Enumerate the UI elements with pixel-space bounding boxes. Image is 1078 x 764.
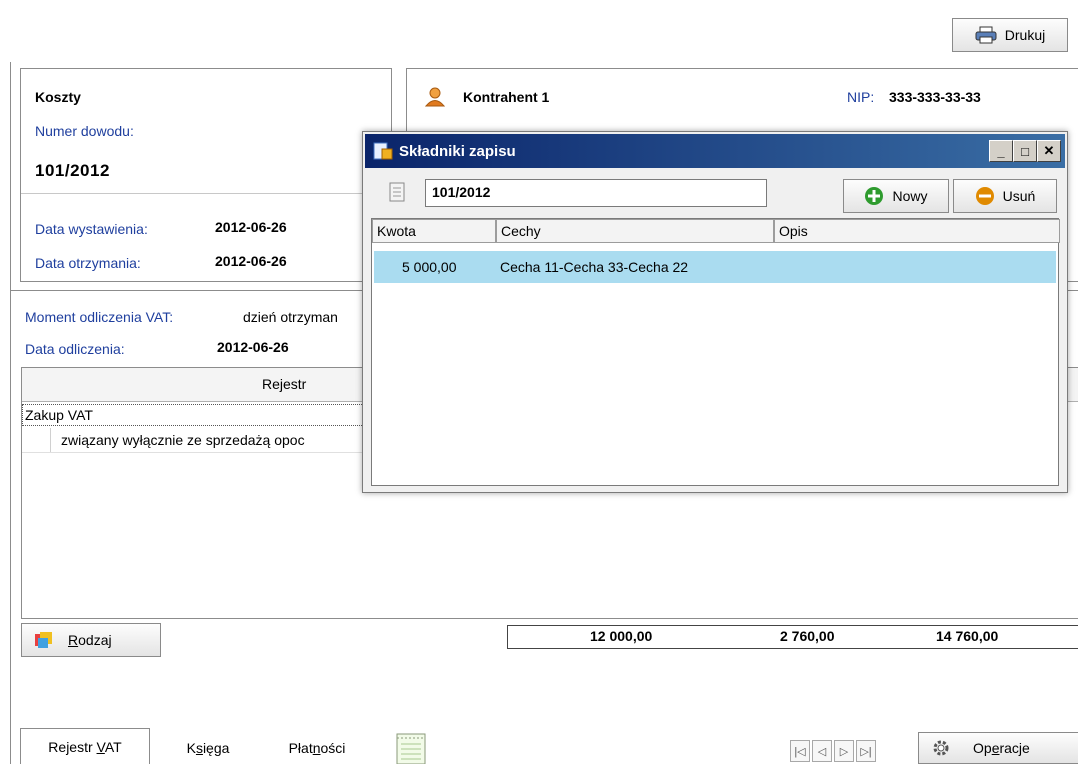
- gear-icon: [933, 740, 949, 756]
- remove-icon: [975, 187, 994, 205]
- document-icon: [389, 182, 405, 202]
- tab-rejestr-vat[interactable]: Rejestr VAT: [20, 728, 150, 764]
- tab-ksiega-label: Księga: [186, 740, 230, 756]
- maximize-icon[interactable]: □: [1013, 140, 1037, 162]
- new-button-label: Nowy: [892, 188, 928, 204]
- deduction-date-value[interactable]: 2012-06-26: [217, 339, 289, 355]
- register-subrow-label: związany wyłącznie ze sprzedażą opoc: [61, 432, 305, 448]
- column-header-cechy[interactable]: Cechy: [496, 219, 774, 243]
- document-panel: Koszty Numer dowodu: 101/2012 Data wysta…: [20, 68, 392, 282]
- rodzaj-button-label: Rodzaj: [68, 632, 112, 648]
- vat-moment-label: Moment odliczenia VAT:: [25, 309, 174, 325]
- tab-rejestr-vat-label: Rejestr VAT: [48, 738, 122, 755]
- dialog-title: Składniki zapisu: [399, 142, 516, 160]
- print-button-label: Drukuj: [1004, 27, 1046, 43]
- total-net: 12 000,00: [590, 628, 653, 644]
- register-row[interactable]: Zakup VAT: [22, 404, 374, 426]
- totals-row: 12 000,00 2 760,00 14 760,00: [507, 625, 1078, 649]
- rodzaj-button[interactable]: Rodzaj: [21, 623, 161, 657]
- components-grid: Kwota Cechy Opis 5 000,00 Cecha 11-Cecha…: [371, 218, 1060, 486]
- register-column-header[interactable]: Rejestr: [262, 376, 306, 392]
- deduction-date-label: Data odliczenia:: [25, 341, 125, 357]
- column-header-opis[interactable]: Opis: [774, 219, 1060, 243]
- dialog-document-number-field[interactable]: 101/2012: [425, 179, 767, 207]
- last-record-icon[interactable]: ▷|: [856, 740, 876, 762]
- print-button[interactable]: Drukuj: [952, 18, 1068, 52]
- first-record-icon[interactable]: |◁: [790, 740, 810, 762]
- column-header-kwota[interactable]: Kwota: [372, 219, 496, 243]
- close-icon[interactable]: ✕: [1037, 140, 1061, 162]
- new-button[interactable]: Nowy: [843, 179, 949, 213]
- register-subrow[interactable]: związany wyłącznie ze sprzedażą opoc: [50, 428, 374, 452]
- category-icon: [35, 632, 52, 648]
- component-amount: 5 000,00: [402, 259, 457, 275]
- document-number-value[interactable]: 101/2012: [35, 161, 110, 181]
- component-row[interactable]: 5 000,00 Cecha 11-Cecha 33-Cecha 22: [374, 251, 1056, 283]
- operacje-button-label: Operacje: [973, 740, 1030, 756]
- receipt-date-value[interactable]: 2012-06-26: [215, 253, 287, 269]
- tab-ksiega[interactable]: Księga: [160, 732, 256, 764]
- delete-button-label: Usuń: [1002, 188, 1036, 204]
- nip-label: NIP:: [847, 89, 875, 105]
- notes-icon[interactable]: [394, 732, 428, 764]
- dialog-app-icon: [373, 142, 393, 160]
- issue-date-value[interactable]: 2012-06-26: [215, 219, 287, 235]
- issue-date-label: Data wystawienia:: [35, 221, 148, 237]
- document-type: Koszty: [35, 89, 81, 105]
- contractor-person-icon: [425, 87, 445, 107]
- delete-button[interactable]: Usuń: [953, 179, 1057, 213]
- minimize-icon[interactable]: _: [989, 140, 1013, 162]
- tab-platnosci[interactable]: Płatności: [262, 732, 372, 764]
- previous-record-icon[interactable]: ◁: [812, 740, 832, 762]
- nip-value: 333-333-33-33: [889, 89, 981, 105]
- tab-platnosci-label: Płatności: [288, 740, 346, 756]
- document-number-label: Numer dowodu:: [35, 123, 134, 139]
- contractor-name[interactable]: Kontrahent 1: [463, 89, 549, 105]
- dialog-title-bar[interactable]: Składniki zapisu _ □ ✕: [365, 134, 1065, 168]
- dialog-document-number: 101/2012: [432, 184, 491, 200]
- component-features: Cecha 11-Cecha 33-Cecha 22: [500, 259, 689, 275]
- total-gross: 14 760,00: [936, 628, 999, 644]
- operacje-button[interactable]: Operacje: [918, 732, 1078, 764]
- register-row-label: Zakup VAT: [25, 407, 93, 423]
- next-record-icon[interactable]: ▷: [834, 740, 854, 762]
- components-dialog: Składniki zapisu _ □ ✕ 101/2012 Nowy Usu…: [362, 131, 1068, 493]
- vat-moment-value[interactable]: dzień otrzyman: [243, 309, 338, 325]
- receipt-date-label: Data otrzymania:: [35, 255, 141, 271]
- printer-icon: [975, 26, 997, 44]
- record-navigator: |◁ ◁ ▷ ▷|: [790, 740, 876, 762]
- total-vat: 2 760,00: [780, 628, 835, 644]
- add-icon: [865, 187, 884, 205]
